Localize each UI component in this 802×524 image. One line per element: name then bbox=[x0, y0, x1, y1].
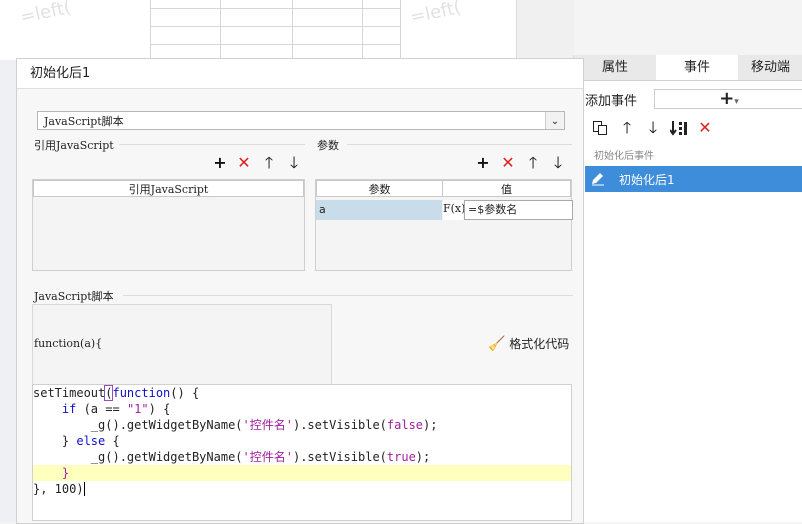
section-divider bbox=[347, 144, 572, 145]
edit-icon[interactable] bbox=[589, 170, 609, 188]
arrow-up-icon[interactable]: 🡑 bbox=[261, 155, 277, 171]
code-line-current: } bbox=[33, 465, 571, 481]
arrow-down-icon[interactable]: 🡓 bbox=[550, 155, 566, 171]
add-icon[interactable]: + bbox=[212, 155, 228, 171]
tab-events[interactable]: 事件 bbox=[656, 55, 738, 80]
arrow-down-icon[interactable]: 🡓 bbox=[286, 155, 302, 171]
formula-icon[interactable]: F(x) bbox=[443, 200, 465, 220]
code-line: if (a == "1") { bbox=[61, 402, 171, 416]
ref-js-list[interactable]: 引用JavaScript bbox=[32, 179, 305, 271]
code-editor[interactable]: setTimeout(function() { if (a == "1") { … bbox=[32, 384, 572, 521]
event-item[interactable]: 初始化后1 bbox=[585, 166, 802, 192]
code-line: _g().getWidgetByName('控件名').setVisible(t… bbox=[33, 450, 431, 464]
arrow-down-icon[interactable]: 🡓 bbox=[645, 120, 661, 136]
format-code-label: 格式化代码 bbox=[509, 337, 570, 351]
action-type-select[interactable]: JavaScript脚本 ⌄ bbox=[37, 111, 565, 130]
action-type-value: JavaScript脚本 bbox=[44, 115, 124, 128]
chevron-down-icon: ▾ bbox=[734, 97, 739, 107]
event-group-label: 初始化后事件 bbox=[594, 151, 654, 162]
background-grid bbox=[150, 0, 401, 60]
watermark-text: =left( bbox=[408, 0, 463, 29]
param-name-cell[interactable]: a bbox=[316, 200, 442, 220]
tab-properties[interactable]: 属性 bbox=[574, 55, 656, 80]
param-value-input[interactable]: =$参数名 bbox=[464, 200, 573, 220]
delete-icon[interactable]: ✕ bbox=[500, 155, 516, 171]
event-panel: 属性 事件 移动端 添加事件 +▾ 🡑 🡓 ✕ 初始化后事件 初始化后1 bbox=[573, 55, 802, 522]
script-section-title: JavaScript脚本 bbox=[34, 290, 114, 303]
add-icon[interactable]: + bbox=[475, 155, 491, 171]
ref-js-column-header: 引用JavaScript bbox=[33, 180, 304, 197]
code-line: setTimeout(function() { bbox=[33, 385, 200, 401]
event-edit-dialog: 初始化后1 JavaScript脚本 ⌄ 引用JavaScript + ✕ 🡑 … bbox=[16, 58, 584, 524]
event-item-label: 初始化后1 bbox=[619, 173, 675, 187]
arrow-up-icon[interactable]: 🡑 bbox=[525, 155, 541, 171]
delete-icon[interactable]: ✕ bbox=[697, 120, 713, 136]
add-event-dropdown[interactable]: +▾ bbox=[654, 89, 802, 109]
section-divider bbox=[119, 144, 305, 145]
add-event-label: 添加事件 bbox=[585, 94, 638, 109]
copy-icon[interactable] bbox=[592, 120, 608, 136]
code-line: } else { bbox=[33, 434, 120, 448]
background-panel bbox=[516, 0, 574, 58]
params-column-value: 值 bbox=[442, 180, 571, 197]
function-signature: function(a){ bbox=[34, 337, 103, 350]
code-line: }, 100) bbox=[33, 481, 571, 497]
arrow-up-icon[interactable]: 🡑 bbox=[619, 120, 635, 136]
params-table: 参数 值 a F(x) =$参数名 bbox=[315, 179, 573, 271]
dialog-title: 初始化后1 bbox=[17, 59, 583, 89]
ref-js-section-title: 引用JavaScript bbox=[34, 139, 114, 152]
tab-mobile[interactable]: 移动端 bbox=[738, 55, 802, 80]
function-header-box: function(a){ bbox=[32, 304, 332, 386]
background-sheet: =left( =left( bbox=[0, 0, 560, 60]
delete-icon[interactable]: ✕ bbox=[236, 155, 252, 171]
format-code-button[interactable]: 🧹 格式化代码 bbox=[488, 335, 569, 353]
add-icon: + bbox=[719, 88, 735, 109]
watermark-text: =left( bbox=[18, 0, 73, 29]
params-section-title: 参数 bbox=[317, 139, 339, 152]
background-left-strip bbox=[0, 60, 16, 522]
panel-tabs: 属性 事件 移动端 bbox=[574, 55, 802, 81]
broom-icon: 🧹 bbox=[488, 336, 506, 352]
section-divider bbox=[123, 295, 573, 296]
code-line: _g().getWidgetByName('控件名').setVisible(f… bbox=[33, 418, 438, 432]
chevron-down-icon[interactable]: ⌄ bbox=[545, 112, 564, 129]
params-column-name: 参数 bbox=[316, 180, 443, 197]
move-bottom-icon[interactable] bbox=[669, 120, 687, 136]
